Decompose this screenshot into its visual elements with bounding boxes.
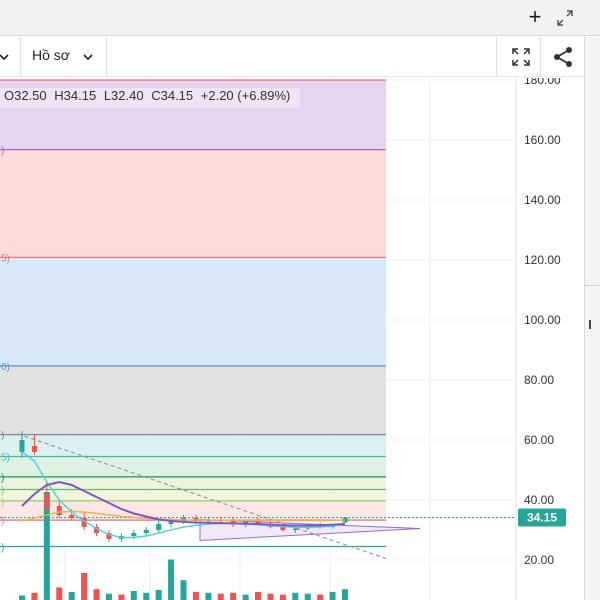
candle-body — [131, 533, 137, 536]
fullscreen-icon — [512, 48, 530, 66]
volume-bar — [317, 594, 324, 600]
volume-bar — [205, 592, 212, 600]
candle-body — [143, 530, 149, 533]
candle-body — [69, 515, 75, 518]
ohlc-change: +2.20 (+6.89%) — [200, 88, 291, 103]
volume-bar — [342, 589, 348, 600]
ohlc-low: L32.40 — [103, 88, 144, 103]
ohlc-legend: O32.50 H34.15 L32.40 C34.15 +2.20 (+6.89… — [0, 88, 301, 108]
price-tick-label: 20.00 — [524, 553, 554, 567]
candle-body — [292, 528, 298, 530]
profile-label: Hồ sơ — [32, 47, 70, 63]
ohlc-high: H34.15 — [54, 88, 97, 103]
fib-zone — [0, 149, 386, 258]
expand-icon — [557, 10, 573, 26]
chevron-down-icon[interactable] — [0, 47, 12, 67]
fib-level-label: ) — [1, 497, 4, 508]
volume-bar — [19, 595, 25, 600]
price-tick-label: 80.00 — [524, 373, 554, 387]
fib-level-label: 5) — [1, 253, 10, 264]
fib-level-label: ) — [1, 431, 4, 442]
price-chart[interactable]: )5)0))5))))))20.0040.0060.0080.00100.001… — [0, 78, 584, 600]
volume-bar — [68, 591, 75, 600]
fib-zone — [0, 434, 386, 457]
ohlc-close: C34.15 — [151, 88, 194, 103]
window-header: + — [0, 0, 600, 36]
share-icon — [554, 47, 572, 67]
toolbar-divider — [496, 37, 497, 77]
volume-bar — [279, 594, 286, 600]
volume-bar — [217, 593, 224, 600]
fib-level-label: 5) — [1, 453, 10, 464]
fib-level-label: ) — [1, 543, 4, 554]
fib-level-label: ) — [1, 486, 4, 497]
chart-toolbar: Hồ sơ — [0, 37, 584, 77]
volume-bar — [56, 587, 63, 600]
fib-level-label: ) — [1, 473, 4, 484]
add-chart-button[interactable]: + — [526, 6, 544, 28]
fib-zone — [0, 456, 386, 477]
side-panel-edge — [584, 37, 600, 600]
volume-bar — [329, 591, 336, 600]
price-tick-label: 160.00 — [524, 133, 561, 147]
share-button[interactable] — [552, 46, 574, 68]
volume-bar — [180, 580, 187, 600]
candle-body — [56, 506, 62, 515]
candle-body — [31, 446, 37, 452]
volume-bar — [130, 591, 137, 600]
volume-bar — [93, 589, 100, 600]
fib-level-label: ) — [1, 146, 4, 157]
volume-bar — [255, 591, 262, 600]
fullscreen-button[interactable] — [510, 46, 532, 68]
chevron-down-icon — [83, 54, 93, 61]
volume-bar — [81, 573, 88, 600]
volume-bar — [192, 591, 199, 600]
fib-level-label: 0) — [1, 362, 10, 373]
price-tick-label: 180.00 — [524, 78, 561, 87]
volume-bar — [292, 592, 299, 600]
volume-bar — [304, 593, 311, 600]
panel-divider — [585, 285, 600, 286]
last-price-label: 34.15 — [527, 511, 557, 525]
volume-bar — [118, 594, 125, 600]
plus-icon: + — [528, 4, 542, 29]
price-tick-label: 140.00 — [524, 193, 561, 207]
price-tick-label: 40.00 — [524, 493, 554, 507]
volume-bar — [168, 559, 175, 600]
price-tick-label: 60.00 — [524, 433, 554, 447]
volume-bar — [155, 590, 162, 600]
panel-marker — [589, 320, 591, 329]
fib-zone — [0, 365, 386, 435]
volume-bar — [31, 592, 38, 600]
candle-body — [19, 440, 25, 452]
toolbar-divider — [106, 37, 107, 77]
fib-zone — [0, 257, 386, 366]
price-tick-label: 100.00 — [524, 313, 561, 327]
ohlc-open: O32.50 — [4, 88, 47, 103]
expand-window-button[interactable] — [556, 9, 574, 27]
toolbar-divider — [540, 37, 541, 77]
volume-bar — [105, 593, 112, 600]
volume-bar — [242, 594, 249, 600]
price-tick-label: 120.00 — [524, 253, 561, 267]
volume-bar — [230, 592, 237, 600]
volume-bar — [267, 593, 274, 600]
toolbar-divider — [20, 37, 21, 77]
candle-body — [156, 524, 162, 530]
candle-body — [44, 494, 50, 509]
volume-bar — [143, 592, 150, 600]
